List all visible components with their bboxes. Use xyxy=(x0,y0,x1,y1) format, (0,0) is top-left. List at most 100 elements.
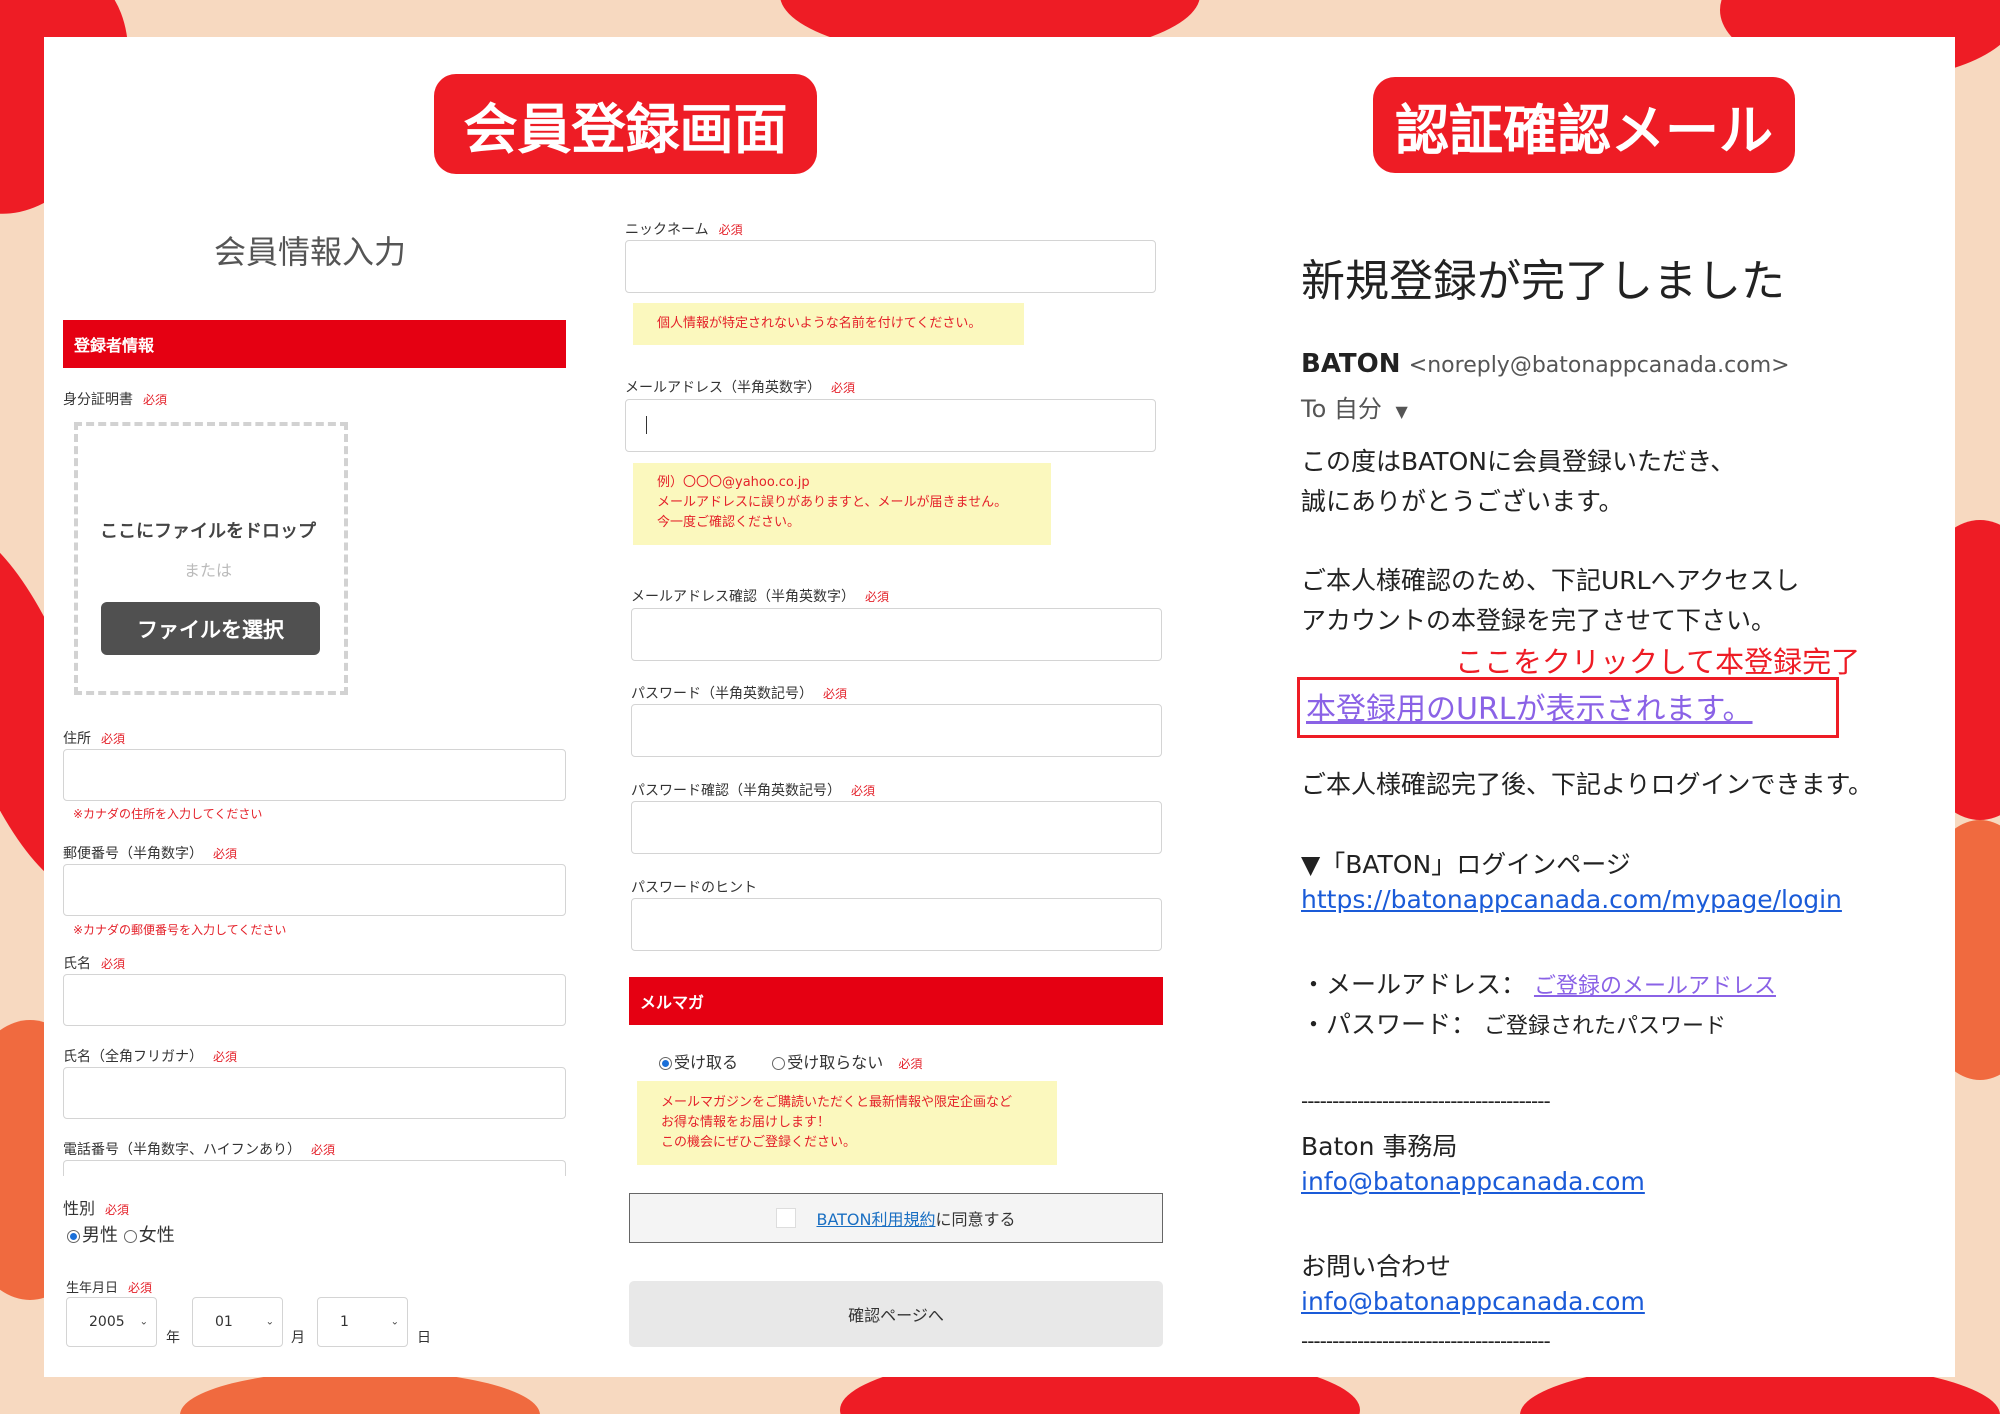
caret-down-icon: ▼ xyxy=(1395,402,1408,421)
newsletter-receive-radio[interactable] xyxy=(659,1057,672,1070)
address-input[interactable] xyxy=(63,749,566,801)
email-confirm-input[interactable] xyxy=(631,608,1162,661)
gender-female-radio[interactable] xyxy=(123,1229,137,1243)
kana-label: 氏名（全角フリガナ） 必須 xyxy=(63,1049,238,1065)
gender-label: 性別 必須 xyxy=(63,1199,130,1218)
nickname-note: 個人情報が特定されないような名前を付けてください。 xyxy=(633,303,1024,345)
or-text: または xyxy=(184,561,233,580)
login-heading: ▼「BATON」ログインページ xyxy=(1301,850,1631,879)
birth-day-select[interactable]: 1 ⌄ xyxy=(317,1297,408,1347)
login-url-link[interactable]: https://batonappcanada.com/mypage/login xyxy=(1301,885,1842,914)
birth-year-select[interactable]: 2005 ⌄ xyxy=(66,1297,157,1347)
mail-para-1: この度はBATONに会員登録いただき、 誠にありがとうございます。 xyxy=(1301,442,1735,522)
password-confirm-input[interactable] xyxy=(631,801,1162,854)
chevron-down-icon: ⌄ xyxy=(265,1316,274,1328)
email-label: メールアドレス（半角英数字） 必須 xyxy=(625,380,856,396)
email-note-line: メールアドレスに誤りがありますと、メールが届きません。 xyxy=(657,495,1008,510)
mail-title: 新規登録が完了しました xyxy=(1301,256,1785,307)
mail-line: アカウントの本登録を完了させて下さい。 xyxy=(1301,606,1777,635)
mail-sender: BATON <noreply@batonappcanada.com> xyxy=(1301,349,1790,379)
header-verification-email: 認証確認メール xyxy=(1373,77,1795,173)
gender-male-label: 男性 xyxy=(82,1225,118,1246)
password-hint-input[interactable] xyxy=(631,898,1162,951)
year-unit: 年 xyxy=(166,1330,180,1346)
email-input[interactable] xyxy=(625,399,1156,452)
phone-input[interactable] xyxy=(63,1160,566,1176)
email-confirm-label: メールアドレス確認（半角英数字） 必須 xyxy=(631,589,890,605)
form-title: 会員情報入力 xyxy=(214,233,407,271)
terms-box: BATON利用規約 に同意する xyxy=(629,1193,1163,1243)
mail-line: ご本人様確認のため、下記URLへアクセスし xyxy=(1301,566,1800,595)
postal-label: 郵便番号（半角数字） 必須 xyxy=(63,846,238,862)
email-note: 例）〇〇〇@yahoo.co.jp メールアドレスに誤りがありますと、メールが届… xyxy=(633,463,1051,545)
day-unit: 日 xyxy=(417,1330,431,1346)
password-confirm-label: パスワード確認（半角英数記号） 必須 xyxy=(631,783,876,799)
password-input[interactable] xyxy=(631,704,1162,757)
mail-password-row: ・パスワード： ご登録されたパスワード xyxy=(1301,1005,1726,1041)
terms-checkbox[interactable] xyxy=(776,1208,797,1228)
newsletter-receive-label: 受け取る xyxy=(674,1053,739,1072)
recipient-text: To 自分 xyxy=(1301,395,1382,423)
id-doc-label: 身分証明書 必須 xyxy=(63,392,168,408)
kana-input[interactable] xyxy=(63,1067,566,1119)
mail-divider-bottom: ---------------------------------------- xyxy=(1301,1329,1551,1353)
newsletter-note-line: お得な情報をお届けします！ xyxy=(661,1115,831,1130)
newsletter-decline-radio[interactable] xyxy=(772,1057,786,1070)
password-hint-label: パスワードのヒント xyxy=(631,880,757,896)
email-note-line: 例）〇〇〇@yahoo.co.jp xyxy=(657,475,810,490)
office-name: Baton 事務局 xyxy=(1301,1132,1458,1161)
gender-options: 男性 女性 xyxy=(67,1221,175,1247)
newsletter-note-line: この機会にぜひご登録ください。 xyxy=(661,1135,857,1150)
nickname-input[interactable] xyxy=(625,240,1156,293)
verification-url-link[interactable]: 本登録用のURLが表示されます。 xyxy=(1306,684,1753,728)
nickname-label: ニックネーム 必須 xyxy=(625,222,743,238)
mail-recipient[interactable]: To 自分 ▼ xyxy=(1301,389,1408,424)
address-label: 住所 必須 xyxy=(63,731,126,747)
header-signup-screen: 会員登録画面 xyxy=(434,74,817,174)
sender-email: <noreply@batonappcanada.com> xyxy=(1408,353,1790,378)
postal-input[interactable] xyxy=(63,864,566,916)
file-select-button[interactable]: ファイルを選択 xyxy=(101,602,320,655)
confirm-page-button[interactable]: 確認ページへ xyxy=(629,1281,1163,1347)
terms-suffix: に同意する xyxy=(935,1210,1016,1229)
email-row-label: ・メールアドレス： xyxy=(1301,970,1527,999)
newsletter-decline-label: 受け取らない xyxy=(787,1053,884,1072)
gender-female-label: 女性 xyxy=(138,1225,175,1246)
newsletter-options: 受け取る 受け取らない 必須 xyxy=(659,1049,922,1073)
content-card: 会員登録画面 認証確認メール 会員情報入力 登録者情報 身分証明書 必須 ここにフ… xyxy=(44,37,1955,1377)
mail-para-2: ご本人様確認のため、下記URLへアクセスし アカウントの本登録を完了させて下さい… xyxy=(1301,561,1799,641)
mail-email-row: ・メールアドレス： ご登録のメールアドレス xyxy=(1301,965,1776,1001)
email-row-value[interactable]: ご登録のメールアドレス xyxy=(1534,974,1776,999)
drop-text: ここにファイルをドロップ xyxy=(100,521,316,542)
required-mark: 必須 xyxy=(898,1057,923,1071)
newsletter-note-line: メールマガジンをご購読いただくと最新情報や限定企画など xyxy=(661,1095,1013,1110)
password-row-label: ・パスワード： xyxy=(1301,1010,1477,1039)
contact-heading: お問い合わせ xyxy=(1301,1252,1452,1281)
chevron-down-icon: ⌄ xyxy=(390,1316,399,1328)
mail-line: この度はBATONに会員登録いただき、 xyxy=(1301,447,1736,476)
name-label: 氏名 必須 xyxy=(63,956,126,972)
month-unit: 月 xyxy=(291,1330,305,1346)
terms-link[interactable]: BATON利用規約 xyxy=(816,1206,935,1230)
newsletter-note: メールマガジンをご購読いただくと最新情報や限定企画など お得な情報をお届けします… xyxy=(637,1081,1057,1165)
birth-label: 生年月日 必須 xyxy=(66,1281,153,1296)
mail-para-3: ご本人様確認完了後、下記よりログインできます。 xyxy=(1301,770,1874,799)
section-newsletter: メルマガ xyxy=(629,977,1163,1025)
postal-hint: ※カナダの郵便番号を入力してください xyxy=(73,923,287,937)
contact-email-link[interactable]: info@batonappcanada.com xyxy=(1301,1287,1645,1316)
password-label: パスワード（半角英数記号） 必須 xyxy=(631,686,848,702)
birth-month-select[interactable]: 01 ⌄ xyxy=(192,1297,283,1347)
sender-name: BATON xyxy=(1301,349,1401,379)
section-registrant: 登録者情報 xyxy=(63,320,566,368)
mail-divider: ---------------------------------------- xyxy=(1301,1089,1551,1113)
name-input[interactable] xyxy=(63,974,566,1026)
email-note-line: 今一度ご確認ください。 xyxy=(657,515,801,530)
password-row-value: ご登録されたパスワード xyxy=(1483,1014,1726,1039)
chevron-down-icon: ⌄ xyxy=(139,1316,148,1328)
mail-line: 誠にありがとうございます。 xyxy=(1301,487,1624,516)
click-annotation: ここをクリックして本登録完了 xyxy=(1455,645,1861,679)
office-email-link[interactable]: info@batonappcanada.com xyxy=(1301,1167,1645,1196)
text-cursor xyxy=(646,416,647,434)
gender-male-radio[interactable] xyxy=(67,1229,80,1243)
address-hint: ※カナダの住所を入力してください xyxy=(73,807,263,821)
